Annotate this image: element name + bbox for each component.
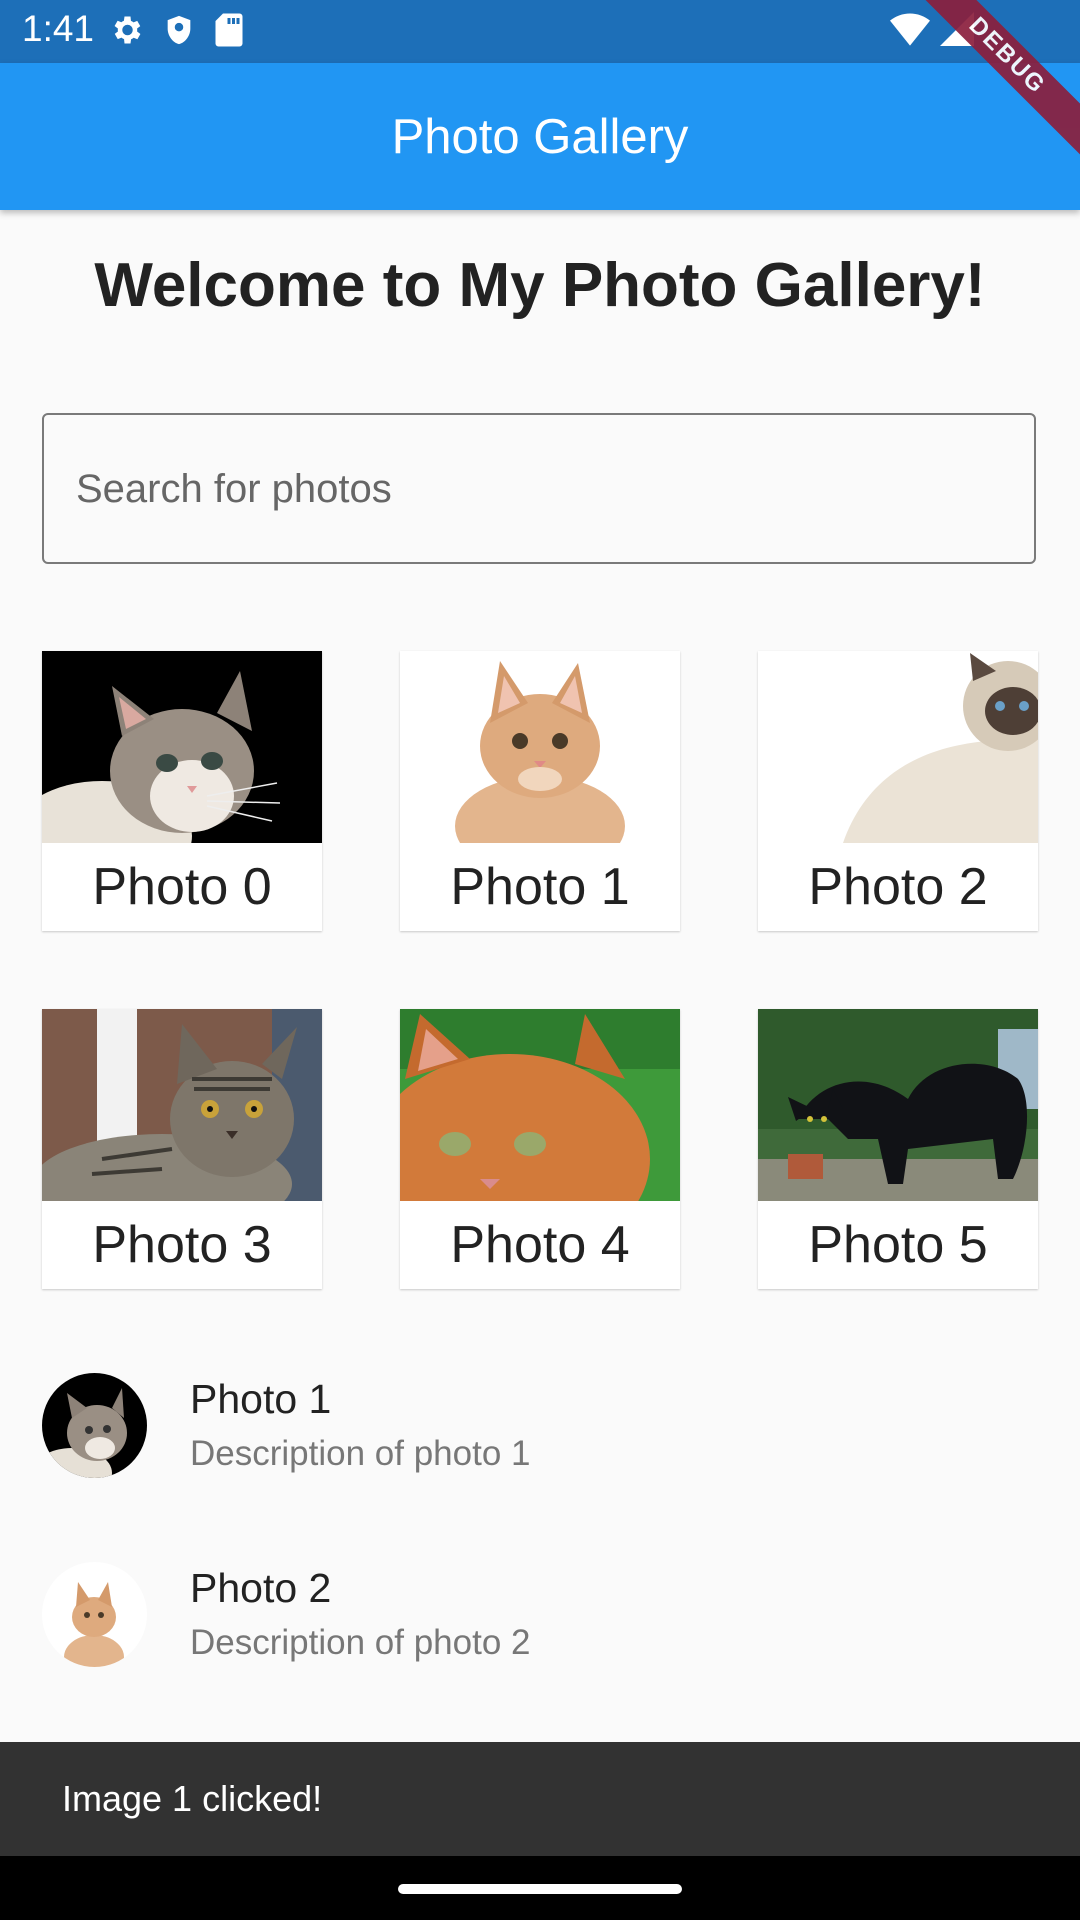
- kitten-photo: [400, 651, 680, 876]
- list-item[interactable]: Photo 1 Description of photo 1: [0, 1350, 1080, 1500]
- status-time: 1:41: [22, 8, 95, 49]
- avatar: [42, 1562, 147, 1667]
- shield-icon: [167, 15, 191, 45]
- search-input[interactable]: [74, 415, 1008, 564]
- status-bar: 1:41: [0, 0, 1080, 63]
- photo-card-5[interactable]: Photo 5: [758, 1009, 1038, 1289]
- photo-card-label: Photo 0: [92, 858, 272, 916]
- avatar: [42, 1373, 147, 1478]
- orange-cat-photo: [400, 1009, 680, 1264]
- list-item[interactable]: Photo 2 Description of photo 2: [0, 1539, 1080, 1689]
- snackbar: Image 1 clicked!: [0, 1742, 1080, 1856]
- list-item-subtitle: Description of photo 1: [190, 1434, 531, 1473]
- app-bar-title: Photo Gallery: [391, 109, 689, 164]
- home-gesture-handle[interactable]: [398, 1884, 682, 1894]
- photo-card-label: Photo 5: [808, 1216, 988, 1274]
- himalayan-cat-photo: [758, 651, 1038, 843]
- list-item-subtitle: Description of photo 2: [190, 1623, 531, 1662]
- list-item-title: Photo 1: [190, 1376, 332, 1422]
- photo-card-label: Photo 1: [450, 858, 630, 916]
- photo-card-label: Photo 3: [92, 1216, 272, 1274]
- photo-card-1[interactable]: Photo 1: [400, 651, 680, 931]
- photo-card-label: Photo 4: [450, 1216, 630, 1274]
- wifi-icon: [890, 13, 930, 46]
- photo-card-3[interactable]: Photo 3: [42, 1009, 322, 1289]
- search-field[interactable]: [42, 413, 1036, 564]
- black-cat-photo: [758, 1009, 1038, 1201]
- photo-card-2[interactable]: Photo 2: [758, 651, 1038, 931]
- navigation-bar: [0, 1856, 1080, 1920]
- photo-card-4[interactable]: Photo 4: [400, 1009, 680, 1289]
- tabby-cat-photo: [42, 1009, 322, 1234]
- app-bar: Photo Gallery: [0, 63, 1080, 210]
- photo-card-label: Photo 2: [808, 858, 988, 916]
- status-icons-left: [108, 12, 244, 48]
- sd-card-icon: [215, 13, 243, 47]
- cat-photo: [42, 651, 322, 891]
- photo-card-0[interactable]: Photo 0: [42, 651, 322, 931]
- list-item-title: Photo 2: [190, 1565, 332, 1611]
- gear-icon: [114, 16, 141, 44]
- welcome-heading: Welcome to My Photo Gallery!: [94, 251, 986, 320]
- snackbar-message: Image 1 clicked!: [62, 1778, 323, 1819]
